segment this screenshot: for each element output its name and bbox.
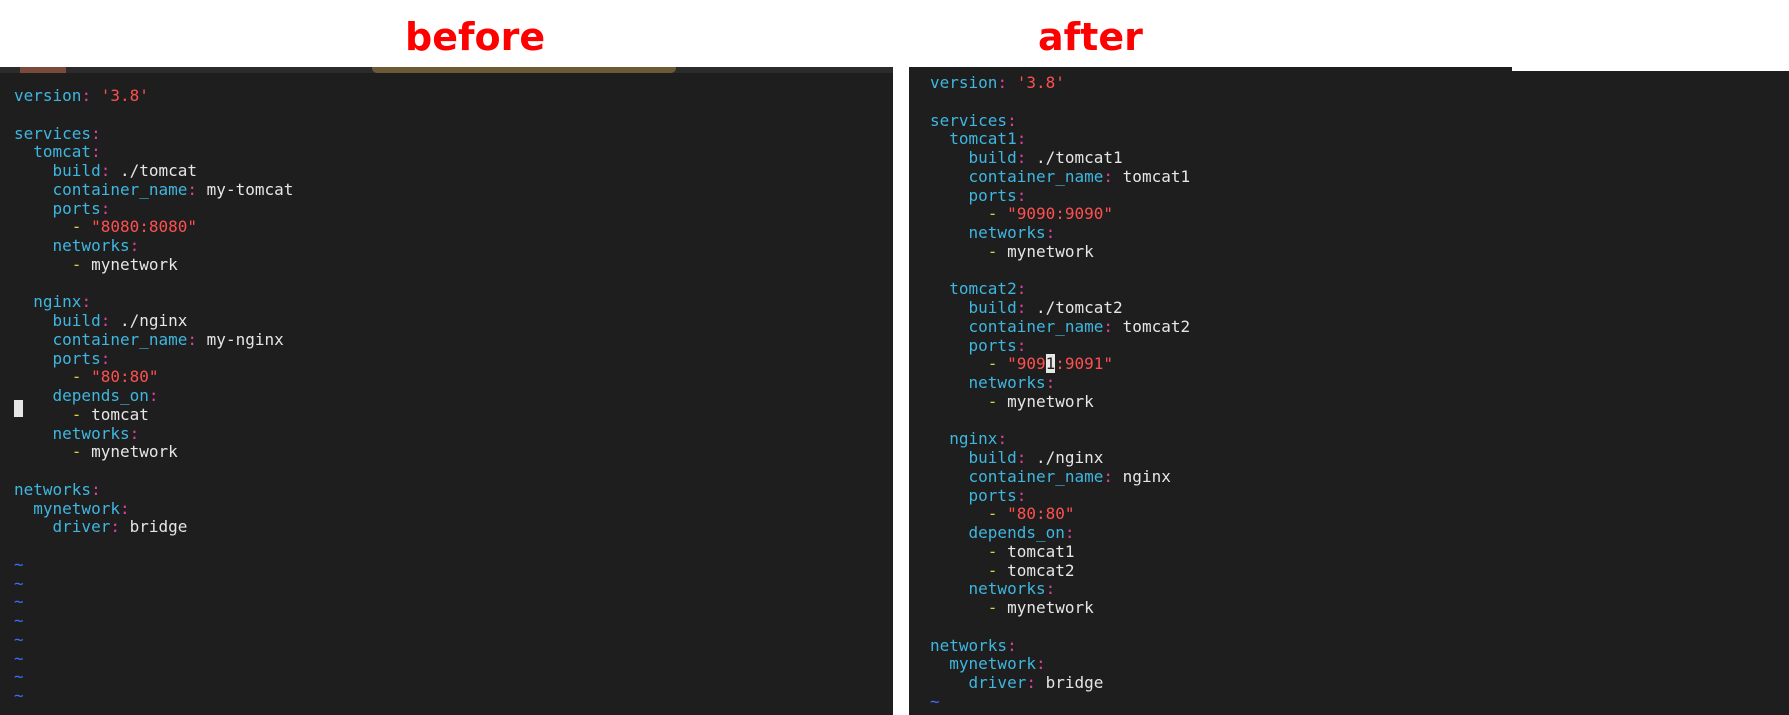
empty-line-tilde: ~ — [930, 711, 940, 715]
value: tomcat1 — [1122, 166, 1191, 186]
key: ports — [52, 198, 101, 218]
key: networks — [52, 423, 130, 443]
value: mynetwork — [91, 254, 178, 274]
string-value: "80:80" — [91, 367, 159, 387]
value: nginx — [1122, 466, 1171, 486]
key: services — [930, 110, 1008, 130]
key: container_name — [968, 466, 1104, 486]
active-tab-highlight[interactable] — [372, 67, 676, 73]
key: mynetwork — [949, 654, 1036, 674]
service-name: tomcat — [33, 142, 92, 162]
key: build — [968, 448, 1017, 467]
empty-line-tilde: ~ — [14, 648, 24, 668]
value: mynetwork — [91, 442, 178, 462]
value: mynetwork — [1007, 391, 1094, 411]
string-value: "80:80" — [1007, 504, 1075, 524]
empty-line-tilde: ~ — [14, 573, 24, 593]
empty-line-tilde: ~ — [14, 554, 24, 574]
key: container_name — [968, 166, 1104, 186]
string-value: '3.8' — [1016, 73, 1065, 92]
before-caption: before — [405, 15, 546, 59]
key: ports — [968, 485, 1017, 505]
text-cursor: 1 — [1045, 354, 1056, 374]
empty-line-tilde: ~ — [14, 667, 24, 687]
value: ./nginx — [119, 311, 188, 330]
key: container_name — [52, 329, 188, 349]
before-editor-panel[interactable]: version: '3.8' services: tomcat: build: … — [0, 67, 893, 715]
string-value: '3.8' — [100, 86, 149, 105]
after-editor-panel[interactable]: version: '3.8' services: tomcat1: build:… — [909, 67, 1789, 715]
service-name: tomcat1 — [949, 129, 1017, 149]
key: build — [52, 311, 101, 330]
key: ports — [968, 185, 1017, 205]
string-value: :9091" — [1055, 354, 1114, 374]
empty-line-tilde: ~ — [930, 691, 940, 711]
value: ./tomcat2 — [1035, 298, 1123, 317]
string-value: "909 — [1007, 354, 1046, 374]
key: container_name — [968, 316, 1104, 336]
key: build — [968, 298, 1017, 317]
key: networks — [14, 479, 92, 499]
after-code[interactable]: version: '3.8' services: tomcat1: build:… — [930, 73, 1191, 715]
key: build — [968, 148, 1017, 167]
key: depends_on — [52, 386, 149, 405]
empty-line-tilde: ~ — [14, 611, 24, 630]
value: tomcat — [91, 404, 149, 424]
value: bridge — [1045, 673, 1104, 692]
value: bridge — [129, 517, 188, 537]
before-code[interactable]: version: '3.8' services: tomcat: build: … — [14, 86, 294, 706]
key: version — [14, 86, 82, 105]
key: build — [52, 161, 101, 180]
value: my-tomcat — [206, 179, 294, 199]
key: driver — [52, 517, 111, 537]
value: ./tomcat — [119, 161, 198, 180]
key: driver — [968, 673, 1027, 692]
service-name: nginx — [33, 292, 82, 312]
key: ports — [52, 348, 101, 368]
key: networks — [968, 373, 1046, 392]
key: networks — [930, 635, 1008, 655]
empty-line-tilde: ~ — [14, 686, 24, 705]
service-name: tomcat2 — [949, 279, 1017, 299]
key: mynetwork — [33, 498, 120, 518]
panel-edge-strip — [1512, 67, 1789, 71]
key: ports — [968, 335, 1017, 355]
string-value: "9090:9090" — [1007, 204, 1114, 224]
value: tomcat2 — [1007, 560, 1075, 580]
service-name: nginx — [949, 429, 998, 449]
key: networks — [968, 223, 1046, 242]
tab-corner-marker — [20, 67, 66, 73]
value: tomcat1 — [1007, 541, 1075, 561]
key: networks — [968, 579, 1046, 599]
after-caption: after — [1038, 15, 1143, 59]
value: ./tomcat1 — [1035, 148, 1123, 167]
value: my-nginx — [206, 329, 284, 349]
string-value: "8080:8080" — [91, 217, 198, 237]
key: services — [14, 123, 92, 143]
value: mynetwork — [1007, 598, 1094, 617]
value: ./nginx — [1035, 448, 1104, 467]
key: networks — [52, 236, 130, 255]
key: container_name — [52, 179, 188, 199]
empty-line-tilde: ~ — [14, 592, 24, 612]
key: depends_on — [968, 523, 1065, 542]
key: version — [930, 73, 998, 92]
empty-line-tilde: ~ — [14, 629, 24, 649]
value: tomcat2 — [1122, 316, 1191, 336]
value: mynetwork — [1007, 241, 1094, 261]
